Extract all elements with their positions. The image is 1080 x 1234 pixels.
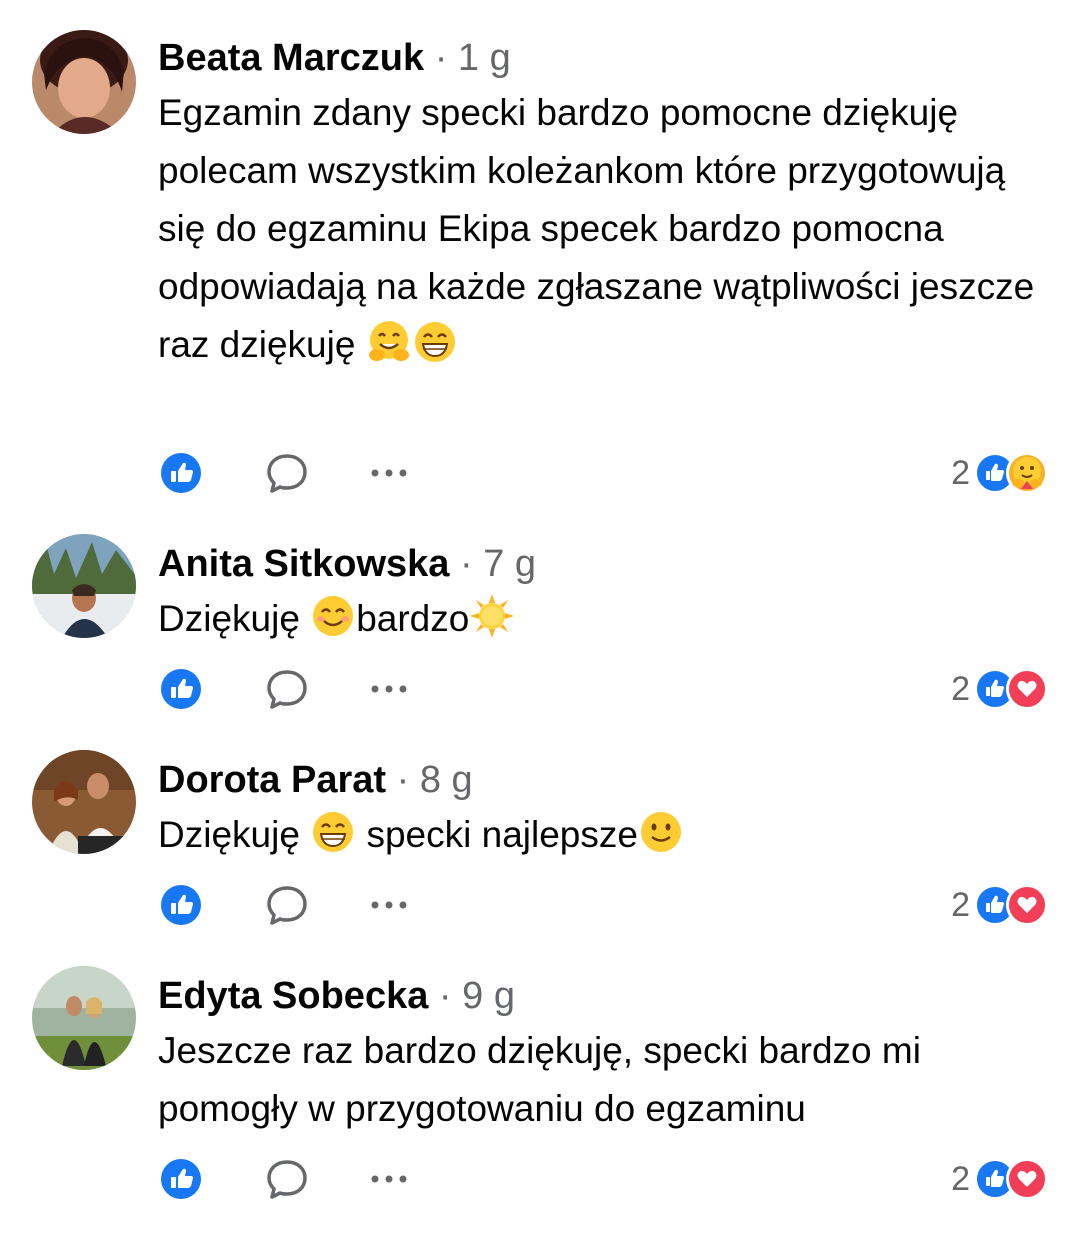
reply-button[interactable] (262, 1154, 312, 1204)
thumbs-up-icon (161, 669, 201, 709)
author-name[interactable]: Edyta Sobecka (158, 975, 428, 1017)
comment-header: Beata Marczuk · 1 g (158, 34, 1058, 82)
ellipsis-icon (371, 469, 407, 477)
thumbs-up-icon (161, 453, 201, 493)
love-reaction-icon (1006, 884, 1048, 926)
ellipsis-icon (371, 1175, 407, 1183)
avatar[interactable] (32, 534, 136, 638)
separator: · (438, 975, 452, 1017)
like-button[interactable] (158, 880, 204, 930)
reaction-count: 2 (951, 669, 970, 708)
reaction-count: 2 (951, 1159, 970, 1198)
comment-text-body: Egzamin zdany specki bardzo pomocne dzię… (158, 92, 1045, 365)
separator: · (459, 543, 473, 585)
reply-button[interactable] (262, 880, 312, 930)
comment-text-body: Dziękuję (158, 814, 311, 855)
speech-bubble-icon (267, 1160, 307, 1199)
comment-text: Egzamin zdany specki bardzo pomocne dzię… (158, 84, 1058, 374)
like-button[interactable] (158, 664, 204, 714)
love-reaction-icon (1006, 1158, 1048, 1200)
reactions-summary[interactable]: 2 (951, 664, 1048, 714)
ellipsis-icon (371, 685, 407, 693)
speech-bubble-icon (267, 886, 307, 925)
more-button[interactable] (366, 1154, 412, 1204)
comment-text-middle: specki najlepsze (356, 814, 638, 855)
author-name[interactable]: Dorota Parat (158, 759, 386, 801)
timestamp[interactable]: 8 g (420, 759, 473, 801)
comment-text: Dziękuję specki najlepsze (158, 806, 1058, 864)
reactions-summary[interactable]: 2 (951, 448, 1048, 498)
smiling-face-emoji (310, 593, 356, 639)
avatar[interactable] (32, 966, 136, 1070)
speech-bubble-icon (267, 454, 307, 493)
timestamp[interactable]: 7 g (483, 543, 536, 585)
slightly-smiling-face-emoji (638, 809, 684, 855)
like-button[interactable] (158, 448, 204, 498)
comment-text: Jeszcze raz bardzo dziękuję, specki bard… (158, 1030, 932, 1129)
timestamp[interactable]: 1 g (458, 37, 511, 79)
comment-actions: 2 (158, 1154, 1048, 1204)
comment-header: Anita Sitkowska · 7 g (158, 540, 1058, 588)
avatar[interactable] (32, 30, 136, 134)
like-button[interactable] (158, 1154, 204, 1204)
avatar[interactable] (32, 750, 136, 854)
thumbs-up-icon (161, 885, 201, 925)
comment-actions: 2 (158, 448, 1048, 498)
author-name[interactable]: Beata Marczuk (158, 37, 424, 79)
grinning-face-emoji (412, 319, 458, 365)
more-button[interactable] (366, 448, 412, 498)
more-button[interactable] (366, 880, 412, 930)
timestamp[interactable]: 9 g (462, 975, 515, 1017)
ellipsis-icon (371, 901, 407, 909)
reply-button[interactable] (262, 664, 312, 714)
hugging-face-emoji (366, 319, 412, 365)
comment-actions: 2 (158, 664, 1048, 714)
separator: · (434, 37, 448, 79)
comment-header: Edyta Sobecka · 9 g (158, 972, 1058, 1020)
reaction-count: 2 (951, 453, 970, 492)
comment-header: Dorota Parat · 8 g (158, 756, 1058, 804)
thumbs-up-icon (161, 1159, 201, 1199)
author-name[interactable]: Anita Sitkowska (158, 543, 449, 585)
separator: · (396, 759, 410, 801)
reaction-count: 2 (951, 885, 970, 924)
sun-emoji (469, 593, 515, 639)
reply-button[interactable] (262, 448, 312, 498)
comment-text: Dziękuję bardzo (158, 590, 1058, 648)
speech-bubble-icon (267, 670, 307, 709)
comment-actions: 2 (158, 880, 1048, 930)
comment-text-body: Dziękuję (158, 598, 311, 639)
reactions-summary[interactable]: 2 (951, 1154, 1048, 1204)
grinning-face-emoji (310, 809, 356, 855)
love-reaction-icon (1006, 668, 1048, 710)
reactions-summary[interactable]: 2 (951, 880, 1048, 930)
more-button[interactable] (366, 664, 412, 714)
care-reaction-icon (1006, 452, 1048, 494)
comment-text-middle: bardzo (356, 598, 470, 639)
